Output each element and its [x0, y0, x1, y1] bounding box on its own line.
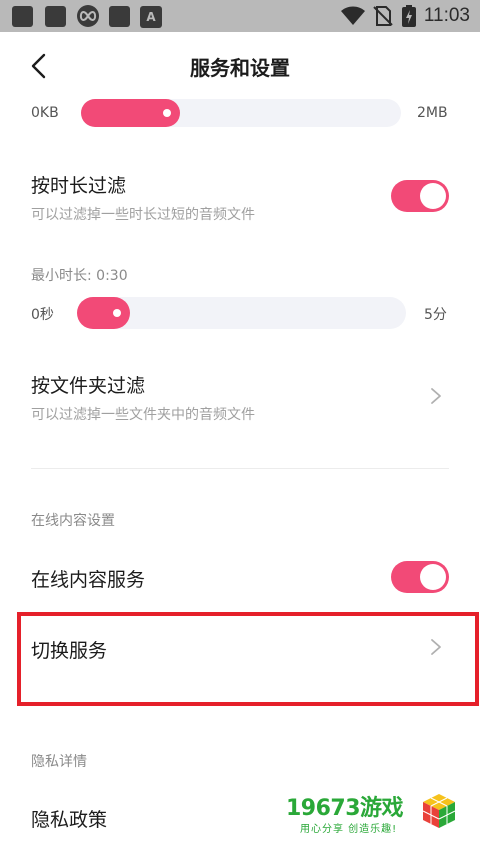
- watermark-logo: 19673游戏 用心分享 创造乐趣!: [286, 790, 466, 842]
- folder-filter-subtitle: 可以过滤掉一些文件夹中的音频文件: [31, 407, 255, 423]
- size-slider-knob[interactable]: [163, 109, 171, 117]
- divider: [31, 468, 449, 469]
- highlight-annotation-box: [17, 612, 479, 706]
- size-slider[interactable]: [81, 99, 401, 127]
- a-icon: A: [140, 6, 162, 28]
- min-duration-label: 最小时长: 0:30: [31, 268, 128, 284]
- online-service-toggle[interactable]: [391, 561, 449, 593]
- wifi-icon: [340, 6, 365, 25]
- status-bar: A 11:03: [0, 0, 480, 32]
- no-sim-icon: [373, 6, 393, 26]
- duration-filter-title: 按时长过滤: [31, 175, 127, 197]
- page-title: 服务和设置: [190, 56, 290, 80]
- duration-slider-row: 0秒 5分: [0, 297, 480, 337]
- online-service-title: 在线内容服务: [31, 569, 146, 591]
- toggle-thumb: [420, 183, 446, 209]
- app-icon: [109, 6, 130, 27]
- privacy-section-header: 隐私详情: [31, 754, 87, 770]
- duration-slider-min: 0秒: [31, 307, 54, 323]
- watermark-slogan: 用心分享 创造乐趣!: [300, 824, 398, 835]
- duration-filter-toggle[interactable]: [391, 180, 449, 212]
- duration-slider[interactable]: [77, 297, 406, 329]
- size-slider-min: 0KB: [31, 105, 59, 121]
- chevron-right-icon[interactable]: [430, 387, 442, 405]
- toggle-thumb: [420, 564, 446, 590]
- duration-filter-subtitle: 可以过滤掉一些时长过短的音频文件: [31, 207, 255, 223]
- cube-logo-icon: [422, 794, 456, 828]
- online-section-header: 在线内容设置: [31, 513, 115, 529]
- duration-slider-max: 5分: [424, 307, 447, 323]
- duration-slider-fill: [77, 297, 130, 329]
- battery-charging-icon: [401, 5, 416, 27]
- infinity-icon: [77, 5, 99, 27]
- app-icon: [45, 6, 66, 27]
- folder-filter-title[interactable]: 按文件夹过滤: [31, 371, 145, 398]
- size-slider-max: 2MB: [417, 105, 448, 121]
- clock: 11:03: [423, 5, 470, 26]
- duration-slider-knob[interactable]: [113, 309, 121, 317]
- app-icon: [12, 6, 33, 27]
- size-slider-row: 0KB 2MB: [0, 99, 480, 139]
- privacy-policy-item[interactable]: 隐私政策: [31, 805, 107, 832]
- watermark-brand: 19673游戏: [286, 796, 404, 821]
- app-header: 服务和设置: [0, 32, 480, 102]
